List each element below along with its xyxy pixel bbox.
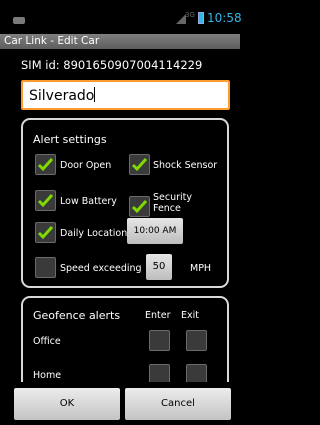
ok-button[interactable]: OK (14, 388, 120, 420)
speed-unit-label: MPH (190, 263, 212, 274)
title-bar: Car Link - Edit Car (0, 34, 240, 49)
daily-location-label: Daily Location (60, 228, 128, 239)
status-bar: 3G 10:58 (0, 0, 242, 34)
security-fence-checkbox[interactable] (129, 196, 150, 217)
low-battery-label: Low Battery (60, 196, 117, 207)
page-title: Car Link - Edit Car (4, 35, 100, 47)
checkmark-icon (37, 225, 54, 240)
battery-icon (198, 12, 204, 24)
car-name-input[interactable]: Silverado (21, 80, 230, 110)
shock-sensor-label: Shock Sensor (153, 160, 218, 171)
network-type-label: 3G (185, 11, 195, 19)
speed-limit-input[interactable]: 50 (146, 254, 172, 280)
office-enter-checkbox[interactable] (149, 330, 170, 351)
checkmark-icon (37, 193, 54, 208)
geofence-title: Geofence alerts (33, 309, 121, 322)
alert-settings-panel: Alert settings Door Open Shock Sensor Lo… (21, 118, 229, 288)
car-name-value: Silverado (29, 88, 95, 104)
checkmark-icon (37, 157, 54, 172)
geofence-panel: Geofence alerts Enter Exit Office Home (21, 296, 229, 391)
office-exit-checkbox[interactable] (186, 330, 207, 351)
text-caret (94, 87, 96, 102)
enter-column-header: Enter (145, 310, 171, 321)
daily-location-checkbox[interactable] (35, 222, 56, 243)
door-open-checkbox[interactable] (35, 154, 56, 175)
speed-exceeding-checkbox[interactable] (35, 257, 56, 278)
door-open-label: Door Open (60, 160, 112, 171)
low-battery-checkbox[interactable] (35, 190, 56, 211)
status-time: 10:58 (207, 11, 242, 25)
alert-settings-title: Alert settings (33, 133, 107, 146)
geofence-row-label: Home (33, 370, 62, 381)
security-fence-label: Security Fence (153, 192, 193, 214)
daily-location-time-button[interactable]: 10:00 AM (127, 218, 183, 244)
exit-column-header: Exit (181, 310, 199, 321)
notification-icon (13, 17, 25, 24)
cancel-button[interactable]: Cancel (125, 388, 231, 420)
speed-exceeding-label: Speed exceeding (60, 263, 142, 274)
geofence-row-label: Office (33, 336, 61, 347)
sim-id-text: SIM id: 8901650907004114229 (21, 58, 203, 72)
shock-sensor-checkbox[interactable] (129, 154, 150, 175)
checkmark-icon (131, 157, 148, 172)
checkmark-icon (131, 199, 148, 214)
